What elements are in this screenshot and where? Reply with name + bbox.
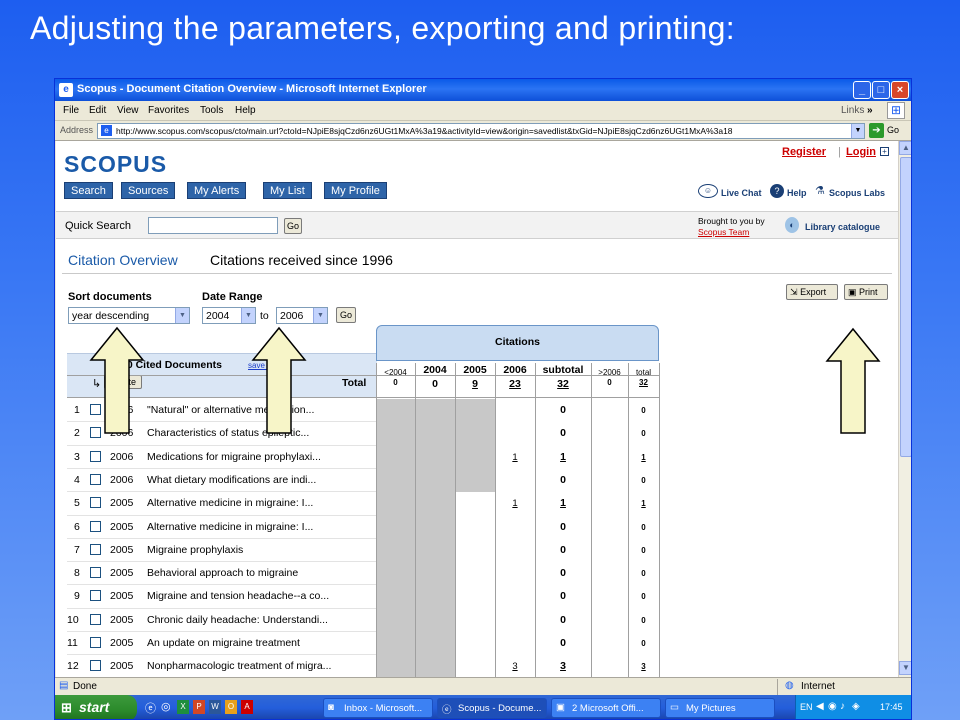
minimize-button[interactable]: _: [853, 81, 871, 99]
sort-pointer-arrow: [89, 326, 145, 434]
quicklaunch-outlook-icon-2[interactable]: O: [225, 700, 237, 714]
system-tray: EN ◀ ◉ ♪ ◈ 17:45: [795, 695, 911, 719]
task-my-pictures-label: My Pictures: [686, 703, 736, 714]
scroll-down-icon[interactable]: ▼: [899, 661, 911, 675]
windows-logo-icon: ⊞: [887, 102, 905, 119]
date-pointer-arrow: [251, 326, 307, 434]
ie-icon: e: [59, 83, 73, 97]
address-dropdown-icon[interactable]: ▼: [851, 124, 864, 138]
links-chevron-icon[interactable]: »: [867, 105, 873, 116]
tray-app-icon[interactable]: ◈: [852, 701, 860, 712]
task-inbox[interactable]: ◙ Inbox - Microsoft...: [323, 698, 433, 718]
quicklaunch-outlook-icon[interactable]: ◎: [161, 700, 171, 713]
scroll-up-icon[interactable]: ▲: [899, 141, 911, 155]
status-text: Done: [73, 681, 97, 692]
scopus-page: SCOPUS Register | Login + Search Sources…: [56, 141, 898, 677]
task-office[interactable]: ▣ 2 Microsoft Offi...: [551, 698, 661, 718]
menu-edit[interactable]: Edit: [89, 105, 106, 116]
windows-flag-icon: ⊞: [61, 700, 72, 715]
quicklaunch-excel-icon[interactable]: X: [177, 700, 189, 714]
address-input[interactable]: e http://www.scopus.com/scopus/cto/main.…: [97, 123, 865, 139]
task-my-pictures[interactable]: ▭ My Pictures: [665, 698, 775, 718]
folder-task-icon: ▭: [670, 702, 679, 713]
menu-tools[interactable]: Tools: [200, 105, 223, 116]
menu-file[interactable]: File: [63, 105, 79, 116]
task-inbox-label: Inbox - Microsoft...: [344, 703, 423, 714]
tray-network-icon[interactable]: ◉: [828, 701, 837, 712]
quicklaunch-acrobat-icon[interactable]: A: [241, 700, 253, 714]
address-url: http://www.scopus.com/scopus/cto/main.ur…: [116, 126, 733, 136]
outlook-task-icon: ◙: [328, 702, 334, 713]
task-office-label: 2 Microsoft Offi...: [572, 703, 644, 714]
start-button[interactable]: ⊞ start: [55, 695, 137, 719]
browser-window: e Scopus - Document Citation Overview - …: [54, 78, 912, 720]
maximize-button[interactable]: □: [872, 81, 890, 99]
window-titlebar[interactable]: e Scopus - Document Citation Overview - …: [55, 79, 911, 101]
quicklaunch-word-icon[interactable]: W: [209, 700, 221, 714]
quicklaunch-ie-icon[interactable]: ⓔ: [145, 700, 156, 716]
task-scopus-label: Scopus - Docume...: [458, 703, 542, 714]
window-title: Scopus - Document Citation Overview - Mi…: [77, 83, 427, 95]
status-zone: Internet: [801, 681, 835, 692]
start-label: start: [79, 699, 110, 715]
links-label[interactable]: Links: [841, 105, 864, 116]
ie-task-icon: ⓔ: [442, 705, 452, 716]
internet-globe-icon: ◍: [785, 680, 794, 691]
done-page-icon: ▤: [59, 680, 69, 691]
clock: 17:45: [880, 702, 903, 712]
page-icon: e: [101, 125, 112, 136]
task-scopus[interactable]: ⓔ Scopus - Docume...: [437, 698, 547, 718]
close-button[interactable]: ×: [891, 81, 909, 99]
address-bar: Address e http://www.scopus.com/scopus/c…: [55, 121, 911, 141]
export-pointer-arrow: [825, 327, 881, 434]
language-indicator[interactable]: EN: [800, 702, 813, 712]
go-arrow-icon[interactable]: ➔: [869, 123, 884, 138]
status-divider: [777, 679, 778, 695]
menu-view[interactable]: View: [117, 105, 139, 116]
go-button[interactable]: Go: [887, 125, 899, 135]
tray-volume-icon[interactable]: ♪: [840, 701, 845, 712]
taskbar: ⊞ start ⓔ ◎ X P W O A ◙ Inbox - Microsoft.…: [55, 695, 911, 719]
menu-help[interactable]: Help: [235, 105, 256, 116]
scroll-thumb[interactable]: [900, 157, 911, 457]
menu-favorites[interactable]: Favorites: [148, 105, 189, 116]
slide-title: Adjusting the parameters, exporting and …: [30, 10, 735, 46]
status-bar: ▤ Done ◍ Internet: [55, 677, 911, 695]
vertical-scrollbar[interactable]: ▲ ▼: [898, 141, 911, 677]
tray-back-icon[interactable]: ◀: [816, 701, 824, 712]
address-label: Address: [60, 125, 94, 135]
quicklaunch-powerpoint-icon[interactable]: P: [193, 700, 205, 714]
menu-bar: File Edit View Favorites Tools Help Link…: [55, 101, 911, 121]
office-task-icon: ▣: [556, 702, 565, 713]
annotation-arrows: [89, 326, 881, 434]
